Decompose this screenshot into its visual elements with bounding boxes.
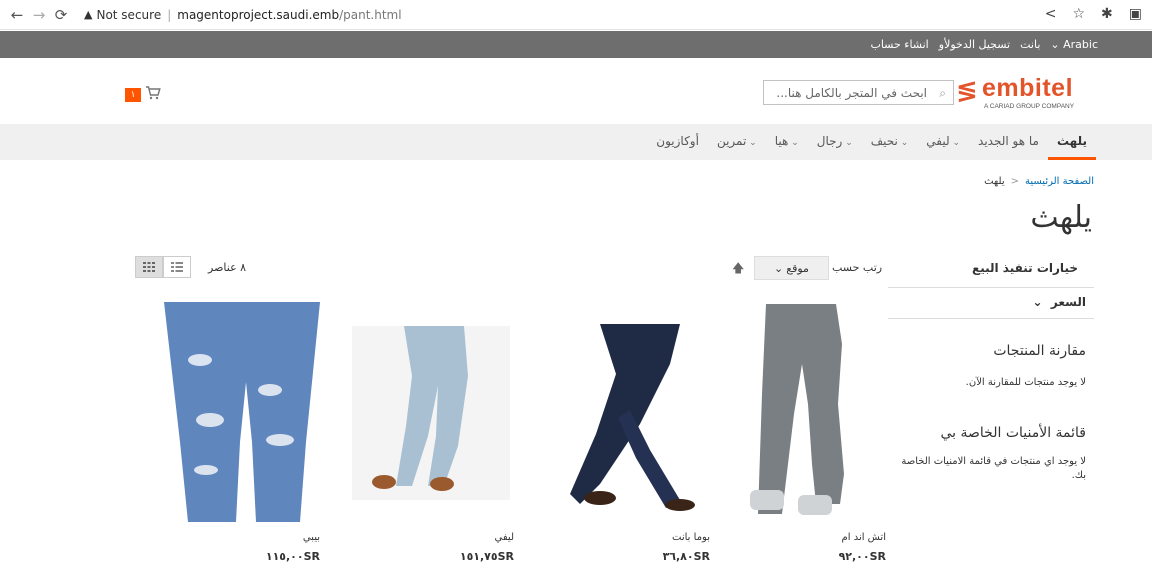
nav-item[interactable]: يلهث <box>1047 124 1096 160</box>
search-icon[interactable]: ⌕ <box>939 86 946 101</box>
back-icon[interactable]: ← <box>6 6 28 24</box>
nav-item-label: هيا <box>774 134 789 148</box>
product-price: ١٥١,٧٥SR <box>459 550 514 563</box>
pants-link[interactable]: بانت <box>1020 38 1040 51</box>
address-bar[interactable]: magentoproject.saudi.emb/pant.html <box>177 8 401 22</box>
nav-items: يلهث ما هو الجديد ليفي ⌄ نحيف ⌄ رجال ⌄ هيا ⌄ ت… <box>647 124 1096 160</box>
nav-item-label: يلهث <box>1056 134 1087 148</box>
url-host: magentoproject.saudi.emb <box>177 7 340 22</box>
cart-count-badge: ١ <box>125 88 141 102</box>
product-image[interactable] <box>344 300 514 522</box>
nav-item[interactable]: هيا ⌄ <box>766 124 808 160</box>
view-modes <box>135 256 191 278</box>
grid-view-icon[interactable] <box>135 256 163 278</box>
nav-item-label: تمرين <box>716 134 747 148</box>
nav-item[interactable]: نحيف ⌄ <box>862 124 918 160</box>
product-price: ٣٦,٨٠SR <box>662 550 710 563</box>
chevron-down-icon: ⌄ <box>774 261 784 275</box>
products-toolbar: رتب حسب موقع ⌄ 🡅 ٨ عناصر <box>130 255 900 281</box>
nav-item[interactable]: ليفي ⌄ <box>917 124 969 160</box>
forward-icon[interactable]: → <box>28 6 50 24</box>
product-image[interactable] <box>540 300 710 522</box>
product-price: ٩٢,٠٠SR <box>838 550 886 563</box>
price-filter-label: السعر ⌄ <box>1033 295 1087 309</box>
logo-mark-icon: ≶ <box>956 76 978 106</box>
create-account-link[interactable]: انشاء حساب <box>870 38 928 51</box>
cart-icon <box>145 86 161 104</box>
sort-value: موقع <box>786 261 809 275</box>
logo-tagline: A CARIAD GROUP COMPANY <box>984 103 1075 110</box>
nav-item[interactable]: ما هو الجديد <box>969 124 1048 160</box>
minicart[interactable]: ١ <box>125 86 161 104</box>
item-count: ٨ عناصر <box>208 261 247 274</box>
main-nav: يلهث ما هو الجديد ليفي ⌄ نحيف ⌄ رجال ⌄ هيا ⌄ ت… <box>0 124 1152 160</box>
product-image[interactable] <box>150 300 320 522</box>
compare-title: مقارنة المنتجات <box>993 343 1086 359</box>
url-path: /pant.html <box>339 7 402 22</box>
compare-empty-text: لا يوجد منتجات للمقارنة الآن. <box>965 377 1086 388</box>
product-name[interactable]: بيبي <box>303 532 320 543</box>
language-label: Arabic <box>1063 38 1098 51</box>
search-placeholder: ابحث في المتجر بالكامل هنا... <box>776 85 927 100</box>
nav-item-label: ليفي <box>926 134 950 148</box>
share-icon[interactable]: < <box>1045 6 1057 22</box>
warning-icon: ▲ <box>84 8 93 21</box>
language-switcher[interactable]: ⌄ Arabic <box>1050 38 1098 51</box>
wishlist-title: قائمة الأمنيات الخاصة بي <box>940 425 1087 441</box>
sort-select[interactable]: موقع ⌄ <box>754 256 829 280</box>
wishlist-empty-text: لا يوجد اي منتجات في قائمة الامنيات الخا… <box>901 456 1086 481</box>
nav-item-label: أوكازيون <box>656 134 699 148</box>
chevron-down-icon: ⌄ <box>1050 38 1064 51</box>
bookmark-star-icon[interactable]: ☆ <box>1072 6 1085 22</box>
filter-title: خيارات تنفيذ البيع <box>972 261 1078 275</box>
reload-icon[interactable]: ⟳ <box>50 6 72 24</box>
sort-label: رتب حسب <box>832 261 883 274</box>
nav-item-label: نحيف <box>870 134 898 148</box>
breadcrumb-separator: < <box>1010 176 1019 187</box>
security-indicator[interactable]: ▲ Not secure <box>84 8 161 22</box>
chevron-down-icon: ⌄ <box>1032 295 1043 309</box>
logo[interactable]: ≶ embitel A CARIAD GROUP COMPANY <box>956 74 1096 114</box>
logo-word: embitel <box>982 74 1074 102</box>
sort-direction-arrow-icon[interactable]: 🡅 <box>732 259 744 280</box>
price-filter-text: السعر <box>1050 295 1086 309</box>
chevron-down-icon: ⌄ <box>746 138 757 148</box>
security-text: Not secure <box>96 7 162 22</box>
nav-item-label: ما هو الجديد <box>978 134 1039 148</box>
price-filter[interactable]: السعر ⌄ <box>888 287 1094 319</box>
product-image[interactable] <box>716 300 886 522</box>
store-topbar: انشاء حساب تسجيل الدخولأو بانت ⌄ Arabic <box>0 31 1152 58</box>
nav-item[interactable]: أوكازيون <box>647 124 708 160</box>
search-input[interactable]: ابحث في المتجر بالكامل هنا... ⌕ <box>763 80 954 105</box>
site-header: ≶ embitel A CARIAD GROUP COMPANY ابحث في… <box>0 58 1152 124</box>
nav-item-label: رجال <box>816 134 843 148</box>
nav-item[interactable]: تمرين ⌄ <box>708 124 766 160</box>
browser-toolbar: ← → ⟳ ▲ Not secure | magentoproject.saud… <box>0 0 1152 30</box>
product-name[interactable]: ليفي <box>495 532 514 543</box>
signin-label: تسجيل الدخول <box>944 38 1011 51</box>
breadcrumb-current: يلهث <box>984 176 1005 187</box>
signin-link[interactable]: تسجيل الدخولأو <box>939 38 1010 51</box>
page-title: يلهث <box>1030 200 1092 235</box>
product-name[interactable]: اتش اند ام <box>842 532 886 543</box>
breadcrumb-home[interactable]: الصفحة الرئيسية <box>1025 176 1094 187</box>
nav-item[interactable]: رجال ⌄ <box>808 124 862 160</box>
chevron-down-icon: ⌄ <box>788 138 799 148</box>
url-separator: | <box>167 7 172 22</box>
chevron-down-icon: ⌄ <box>897 138 909 148</box>
chevron-down-icon: ⌄ <box>842 138 853 148</box>
product-name[interactable]: بوما بانت <box>672 532 710 543</box>
chevron-down-icon: ⌄ <box>949 138 961 148</box>
breadcrumb: الصفحة الرئيسية < يلهث <box>984 176 1094 187</box>
product-price: ١١٥,٠٠SR <box>265 550 320 563</box>
list-view-icon[interactable] <box>163 256 191 278</box>
extensions-icon[interactable]: ✱ <box>1101 6 1113 22</box>
sidepanel-icon[interactable]: ▣ <box>1129 6 1142 22</box>
